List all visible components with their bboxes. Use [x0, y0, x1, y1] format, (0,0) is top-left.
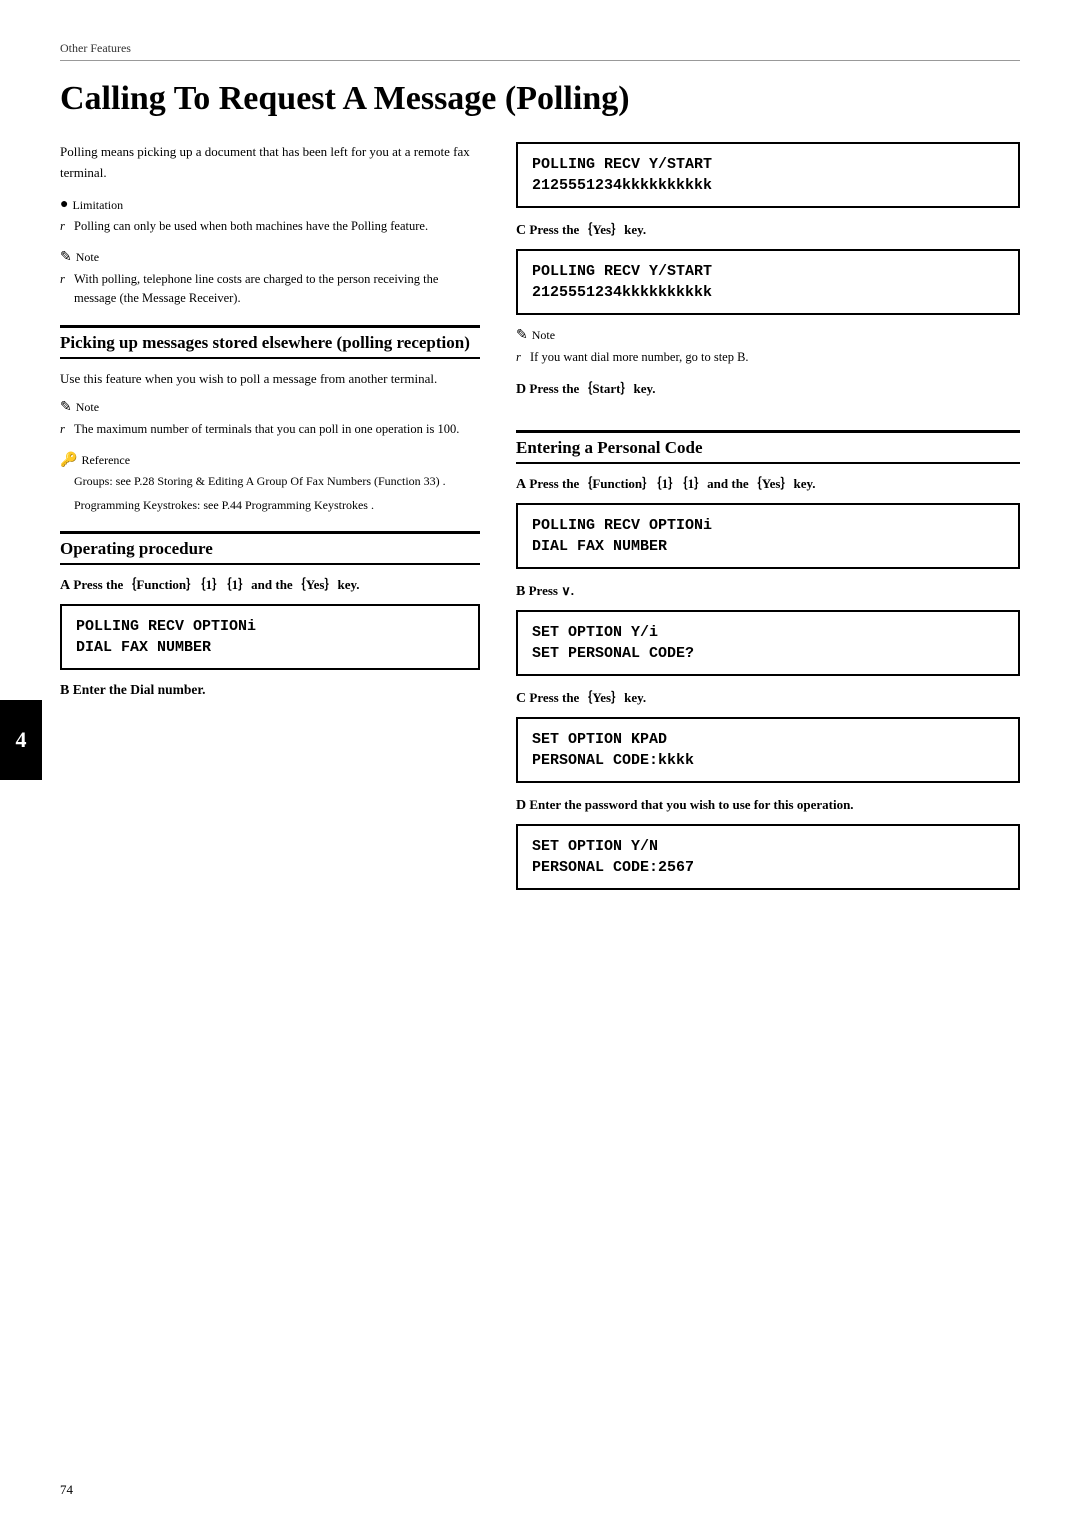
section1-note: ✎ Note The maximum number of terminals t…: [60, 399, 480, 439]
header-section: Other Features: [60, 40, 1020, 61]
step-d-alpha: D: [516, 382, 526, 397]
step-a-alpha: A: [60, 578, 70, 593]
note-right-item: If you want dial more number, go to step…: [516, 348, 1020, 367]
step-c1-text: Press the｛Yes｝key.: [529, 222, 646, 237]
entering-lcd1-line1: POLLING RECV OPTIONi: [532, 515, 1004, 536]
note1-section: ✎ Note With polling, telephone line cost…: [60, 249, 480, 309]
step-d-right: D Press the｛Start｝key.: [516, 379, 1020, 400]
entering-step-c: C Press the｛Yes｝key.: [516, 688, 1020, 709]
reference-label-text: Reference: [81, 453, 130, 468]
section2-heading: Operating procedure: [60, 531, 480, 565]
note1-label: ✎ Note: [60, 249, 480, 266]
entering-lcd1-line2: DIAL FAX NUMBER: [532, 536, 1004, 557]
lcd-top1-line1: POLLING RECV Y/START: [532, 154, 1004, 175]
entering-lcd3-line1: SET OPTION KPAD: [532, 729, 1004, 750]
section1-intro: Use this feature when you wish to poll a…: [60, 369, 480, 390]
entering-step-a-text: Press the｛Function｝｛1｝｛1｝and the｛Yes｝key…: [529, 476, 815, 491]
step-d-text: Press the｛Start｝key.: [529, 381, 655, 396]
entering-step-b-alpha: B: [516, 584, 525, 599]
chapter-tab: 4: [0, 700, 42, 780]
left-column: Polling means picking up a document that…: [60, 142, 480, 902]
lcd-box-1: POLLING RECV OPTIONi DIAL FAX NUMBER: [60, 604, 480, 670]
entering-lcd2: SET OPTION Y/i SET PERSONAL CODE?: [516, 610, 1020, 676]
limitation-section: ● Limitation Polling can only be used wh…: [60, 197, 480, 236]
reference-key-icon: 🔑: [60, 452, 77, 469]
note-right: ✎ Note If you want dial more number, go …: [516, 327, 1020, 367]
section1-note-item: The maximum number of terminals that you…: [60, 420, 480, 439]
entering-lcd2-line1: SET OPTION Y/i: [532, 622, 1004, 643]
entering-step-b-text: Press ∨.: [529, 583, 574, 598]
entering-step-c-text: Press the｛Yes｝key.: [529, 690, 646, 705]
note-right-label: ✎ Note: [516, 327, 1020, 344]
main-content: Polling means picking up a document that…: [60, 142, 1020, 902]
entering-step-d: D Enter the password that you wish to us…: [516, 795, 1020, 816]
page: 4 Other Features Calling To Request A Me…: [0, 0, 1080, 1528]
entering-lcd2-line2: SET PERSONAL CODE?: [532, 643, 1004, 664]
reference-section: 🔑 Reference Groups: see P.28 Storing & E…: [60, 452, 480, 515]
right-column: POLLING RECV Y/START 2125551234kkkkkkkkk…: [516, 142, 1020, 902]
entering-step-a-alpha: A: [516, 477, 526, 492]
section1-heading: Picking up messages stored elsewhere (po…: [60, 325, 480, 359]
entering-step-d-alpha: D: [516, 798, 526, 813]
limitation-item: Polling can only be used when both machi…: [60, 217, 480, 236]
step-b-text: Enter the Dial number.: [73, 682, 206, 697]
section1-note-label-text: Note: [76, 400, 99, 415]
entering-step-c-alpha: C: [516, 691, 526, 706]
section1-note-label: ✎ Note: [60, 399, 480, 416]
lcd-top2: POLLING RECV Y/START 2125551234kkkkkkkkk…: [516, 249, 1020, 315]
lcd-top1: POLLING RECV Y/START 2125551234kkkkkkkkk…: [516, 142, 1020, 208]
entering-lcd4-line2: PERSONAL CODE:2567: [532, 857, 1004, 878]
reference-item-1: Groups: see P.28 Storing & Editing A Gro…: [60, 472, 480, 491]
intro-paragraph: Polling means picking up a document that…: [60, 142, 480, 184]
page-number: 74: [60, 1482, 73, 1498]
entering-lcd4-line1: SET OPTION Y/N: [532, 836, 1004, 857]
lcd-top2-line1: POLLING RECV Y/START: [532, 261, 1004, 282]
step-c1-alpha: C: [516, 223, 526, 238]
header-text: Other Features: [60, 41, 131, 55]
note-pencil-icon3: ✎: [516, 327, 528, 344]
note-right-label-text: Note: [532, 328, 555, 343]
note-pencil-icon2: ✎: [60, 399, 72, 416]
note1-item: With polling, telephone line costs are c…: [60, 270, 480, 309]
note-pencil-icon: ✎: [60, 249, 72, 266]
step-a-text: Press the｛Function｝｛1｝｛1｝and the｛Yes｝key…: [73, 577, 359, 592]
entering-heading: Entering a Personal Code: [516, 430, 1020, 464]
step-b-left: B Enter the Dial number.: [60, 682, 480, 699]
entering-lcd3-line2: PERSONAL CODE:kkkk: [532, 750, 1004, 771]
step-c1: C Press the｛Yes｝key.: [516, 220, 1020, 241]
chapter-number: 4: [16, 727, 27, 753]
limitation-label-text: Limitation: [72, 198, 123, 213]
entering-step-d-text: Enter the password that you wish to use …: [529, 797, 853, 812]
reference-label: 🔑 Reference: [60, 452, 480, 469]
limitation-bullet: ●: [60, 197, 68, 213]
step-a-left: A Press the｛Function｝｛1｝｛1｝and the｛Yes｝k…: [60, 575, 480, 596]
entering-lcd4: SET OPTION Y/N PERSONAL CODE:2567: [516, 824, 1020, 890]
entering-step-a: A Press the｛Function｝｛1｝｛1｝and the｛Yes｝k…: [516, 474, 1020, 495]
lcd-line2: DIAL FAX NUMBER: [76, 637, 464, 658]
entering-step-b: B Press ∨.: [516, 581, 1020, 602]
entering-lcd1: POLLING RECV OPTIONi DIAL FAX NUMBER: [516, 503, 1020, 569]
entering-lcd3: SET OPTION KPAD PERSONAL CODE:kkkk: [516, 717, 1020, 783]
lcd-top1-line2: 2125551234kkkkkkkkkk: [532, 175, 1004, 196]
lcd-top2-line2: 2125551234kkkkkkkkkk: [532, 282, 1004, 303]
lcd-line1: POLLING RECV OPTIONi: [76, 616, 464, 637]
reference-item-2: Programming Keystrokes: see P.44 Program…: [60, 496, 480, 515]
limitation-label: ● Limitation: [60, 197, 480, 213]
note1-label-text: Note: [76, 250, 99, 265]
step-b-alpha: B: [60, 683, 69, 698]
page-title: Calling To Request A Message (Polling): [60, 79, 1020, 120]
